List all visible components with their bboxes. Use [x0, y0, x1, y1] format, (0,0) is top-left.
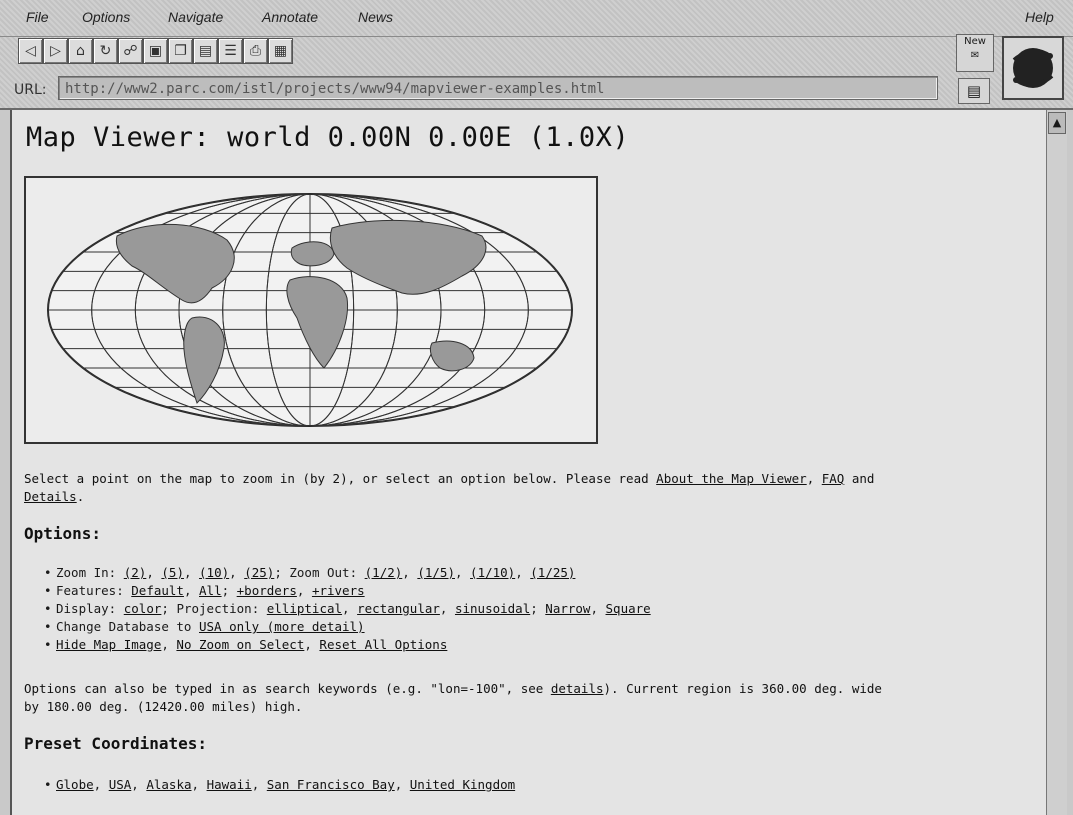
typed-text-1-suffix: ). Current region is 360.00 deg. wide — [603, 681, 882, 696]
keyword-details-link[interactable]: details — [551, 681, 604, 696]
save-icon[interactable]: ▣ — [143, 38, 168, 64]
projection-rectangular-link[interactable]: rectangular — [357, 601, 440, 616]
hide-map-image-link[interactable]: Hide Map Image — [56, 637, 161, 652]
projection-label: Projection: — [176, 601, 260, 616]
projection-sinusoidal-link[interactable]: sinusoidal — [455, 601, 530, 616]
features-label: Features: — [56, 583, 124, 598]
home-icon[interactable]: ⌂ — [68, 38, 93, 64]
preset-hawaii-link[interactable]: Hawaii — [207, 777, 252, 792]
zoom-out-10-link[interactable]: (1/10) — [470, 565, 515, 580]
projection-square-link[interactable]: Square — [606, 601, 651, 616]
news-icon: ✉ — [970, 50, 980, 61]
preset-links: Globe, USA, Alaska, Hawaii, San Francisc… — [44, 776, 515, 794]
about-map-viewer-link[interactable]: About the Map Viewer — [656, 471, 807, 486]
options-heading: Options: — [24, 524, 102, 543]
features-all-link[interactable]: All — [199, 583, 222, 598]
zoom-options: Zoom In: (2), (5), (10), (25); Zoom Out:… — [44, 564, 651, 582]
page-title: Map Viewer: world 0.00N 0.00E (1.0X) — [26, 122, 630, 153]
scroll-up-arrow-icon[interactable]: ▲ — [1048, 112, 1066, 134]
preset-alaska-link[interactable]: Alaska — [146, 777, 191, 792]
change-database-label: Change Database to — [56, 619, 192, 634]
preset-sf-bay-link[interactable]: San Francisco Bay — [267, 777, 395, 792]
no-zoom-on-select-link[interactable]: No Zoom on Select — [176, 637, 304, 652]
news-indicator[interactable]: New ✉ — [956, 34, 994, 72]
database-option: Change Database to USA only (more detail… — [44, 618, 651, 636]
menu-options[interactable]: Options — [82, 9, 130, 25]
faq-link[interactable]: FAQ — [822, 471, 845, 486]
menu-news[interactable]: News — [358, 9, 393, 25]
zoom-in-25-link[interactable]: (25) — [244, 565, 274, 580]
intro-and: and — [851, 471, 875, 486]
typed-text-1: Options can also be typed in as search k… — [24, 681, 544, 696]
menu-bar: File Options Navigate Annotate News Help — [0, 0, 1073, 37]
intro-text: Select a point on the map to zoom in (by… — [24, 471, 649, 486]
print-icon[interactable]: ⎙ — [243, 38, 268, 64]
features-rivers-link[interactable]: +rivers — [312, 583, 365, 598]
details-link[interactable]: Details — [24, 489, 77, 504]
map-image-frame[interactable] — [24, 176, 598, 444]
document-icon[interactable]: ▤ — [193, 38, 218, 64]
preset-uk-link[interactable]: United Kingdom — [410, 777, 515, 792]
search-keywords-paragraph: Options can also be typed in as search k… — [24, 680, 882, 716]
news-label: New — [964, 36, 986, 47]
menu-file[interactable]: File — [26, 9, 49, 25]
hotlist-icon[interactable]: ☰ — [218, 38, 243, 64]
url-label: URL: — [14, 82, 47, 98]
zoom-out-5-link[interactable]: (1/5) — [417, 565, 455, 580]
forward-icon[interactable]: ▷ — [43, 38, 68, 64]
projection-narrow-link[interactable]: Narrow — [545, 601, 590, 616]
feature-options: Features: Default, All; +borders, +river… — [44, 582, 651, 600]
menu-navigate[interactable]: Navigate — [168, 9, 223, 25]
clone-icon[interactable]: ❐ — [168, 38, 193, 64]
close-window-icon[interactable]: ▦ — [268, 38, 293, 64]
intro-period: . — [76, 489, 85, 504]
features-borders-link[interactable]: +borders — [237, 583, 297, 598]
zoom-out-25-link[interactable]: (1/25) — [530, 565, 575, 580]
zoom-in-label: Zoom In: — [56, 565, 117, 580]
back-icon[interactable]: ◁ — [18, 38, 43, 64]
display-color-link[interactable]: color — [124, 601, 162, 616]
page-content: Map Viewer: world 0.00N 0.00E (1.0X) Sel… — [10, 110, 1046, 815]
world-map[interactable] — [42, 188, 578, 432]
menu-annotate[interactable]: Annotate — [262, 9, 318, 25]
misc-options: Hide Map Image, No Zoom on Select, Reset… — [44, 636, 651, 654]
menu-help[interactable]: Help — [1025, 9, 1054, 25]
display-label: Display: — [56, 601, 117, 616]
zoom-in-10-link[interactable]: (10) — [199, 565, 229, 580]
vertical-scrollbar[interactable]: ▲ — [1046, 110, 1067, 815]
projection-elliptical-link[interactable]: elliptical — [267, 601, 342, 616]
zoom-out-2-link[interactable]: (1/2) — [365, 565, 403, 580]
browser-logo-icon — [1002, 36, 1064, 100]
display-options: Display: color; Projection: elliptical, … — [44, 600, 651, 618]
preset-list: Globe, USA, Alaska, Hawaii, San Francisc… — [44, 776, 515, 794]
preset-coordinates-heading: Preset Coordinates: — [24, 734, 208, 753]
open-icon[interactable]: ☍ — [118, 38, 143, 64]
preset-globe-link[interactable]: Globe — [56, 777, 94, 792]
reset-all-options-link[interactable]: Reset All Options — [319, 637, 447, 652]
intro-paragraph: Select a point on the map to zoom in (by… — [24, 471, 875, 504]
url-input[interactable]: http://www2.parc.com/istl/projects/www94… — [58, 76, 938, 100]
reload-icon[interactable]: ↻ — [93, 38, 118, 64]
zoom-in-5-link[interactable]: (5) — [161, 565, 184, 580]
features-default-link[interactable]: Default — [131, 583, 184, 598]
usa-only-link[interactable]: USA only (more detail) — [199, 619, 365, 634]
document-info-icon[interactable]: ▤ — [958, 78, 990, 104]
browser-chrome: File Options Navigate Annotate News Help… — [0, 0, 1073, 110]
zoom-out-label: Zoom Out: — [289, 565, 358, 580]
options-list: Zoom In: (2), (5), (10), (25); Zoom Out:… — [44, 564, 651, 654]
zoom-in-2-link[interactable]: (2) — [124, 565, 147, 580]
preset-usa-link[interactable]: USA — [109, 777, 132, 792]
typed-text-2: by 180.00 deg. (12420.00 miles) high. — [24, 699, 303, 714]
